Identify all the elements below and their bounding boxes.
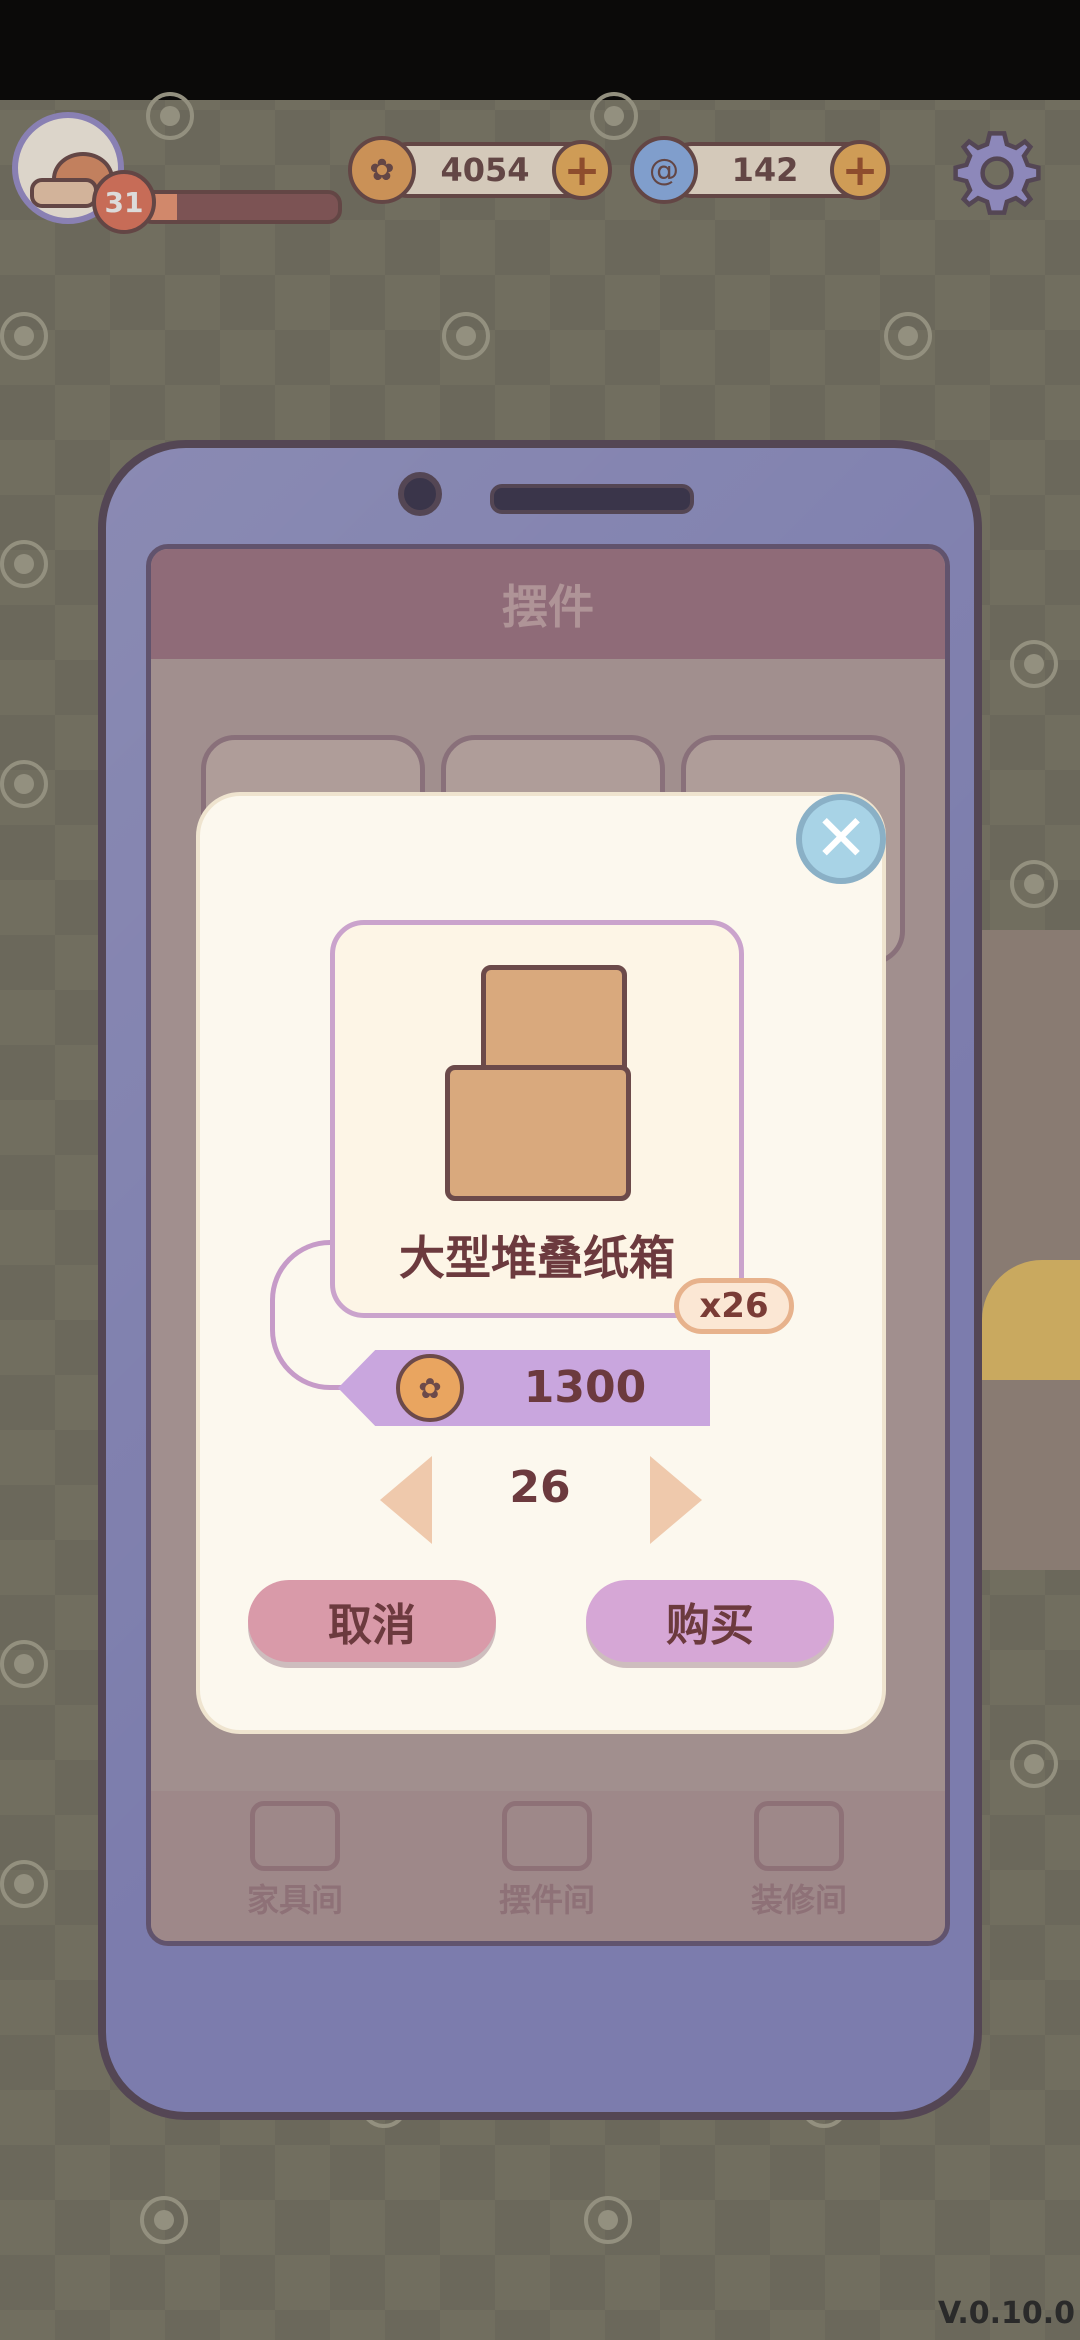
coin-icon: ✿ [396, 1354, 464, 1422]
box-bottom [445, 1065, 631, 1201]
decrease-quantity-button[interactable] [380, 1456, 432, 1544]
cancel-button[interactable]: 取消 [248, 1580, 496, 1662]
close-icon[interactable]: ✕ [796, 794, 886, 884]
item-name: 大型堆叠纸箱 [399, 1231, 675, 1285]
quantity-value: 26 [509, 1462, 571, 1513]
stock-badge: x26 [674, 1278, 794, 1334]
price-value: 1300 [523, 1362, 647, 1413]
buy-button[interactable]: 购买 [586, 1580, 834, 1662]
increase-quantity-button[interactable] [650, 1456, 702, 1544]
cardboard-box-icon [445, 965, 635, 1205]
version-label: V.0.10.0 [938, 2296, 1076, 2331]
